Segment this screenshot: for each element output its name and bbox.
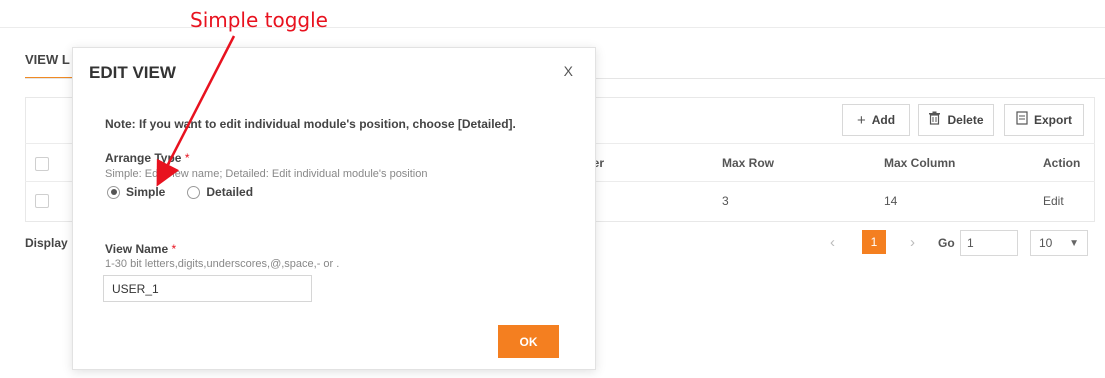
radio-detailed[interactable]: Detailed	[187, 185, 253, 199]
page-size-value: 10	[1039, 236, 1053, 250]
close-icon[interactable]: X	[564, 63, 573, 79]
edit-link[interactable]: Edit	[1043, 194, 1064, 208]
add-button-label: Add	[871, 113, 896, 127]
view-name-input[interactable]: USER_1	[103, 275, 312, 302]
radio-simple-label: Simple	[126, 185, 166, 199]
required-marker: *	[184, 151, 190, 165]
plus-icon: +	[856, 111, 866, 129]
top-divider	[0, 27, 1105, 28]
add-button[interactable]: + Add	[842, 104, 910, 136]
go-page-input[interactable]: 1	[960, 230, 1018, 256]
dialog-title: EDIT VIEW	[89, 63, 176, 82]
view-name-label: View Name *	[105, 242, 176, 256]
delete-button-label: Delete	[947, 113, 984, 127]
next-page-icon[interactable]: ›	[910, 234, 915, 251]
ok-button[interactable]: OK	[498, 325, 559, 358]
export-button[interactable]: Export	[1004, 104, 1084, 136]
column-header-max-column: Max Column	[884, 156, 956, 170]
cell-max-column: 14	[884, 194, 898, 208]
go-label: Go	[938, 236, 955, 250]
display-count-label: Display	[25, 236, 68, 250]
select-all-checkbox[interactable]	[35, 157, 49, 171]
export-icon	[1016, 111, 1028, 129]
row-checkbox[interactable]	[35, 194, 49, 208]
arrange-type-radio-group: Simple Detailed	[107, 185, 275, 199]
current-page-button[interactable]: 1	[862, 230, 886, 254]
trash-icon	[928, 111, 941, 129]
radio-detailed-label: Detailed	[206, 185, 254, 199]
export-button-label: Export	[1033, 113, 1072, 127]
arrange-type-hint: Simple: Edit view name; Detailed: Edit i…	[105, 168, 428, 180]
radio-simple[interactable]: Simple	[107, 185, 165, 199]
arrange-type-label-text: Arrange Type	[105, 151, 182, 165]
annotation-label: Simple toggle	[190, 8, 328, 32]
column-header-max-row: Max Row	[722, 156, 775, 170]
page-size-select[interactable]: 10 ▼	[1030, 230, 1088, 256]
radio-selected-icon	[107, 185, 120, 199]
column-header-action: Action	[1043, 156, 1081, 170]
dialog-note: Note: If you want to edit individual mod…	[105, 117, 516, 131]
view-name-label-text: View Name	[105, 242, 169, 256]
edit-view-dialog: EDIT VIEW X Note: If you want to edit in…	[72, 47, 596, 370]
tab-view-list[interactable]: VIEW L	[25, 52, 70, 67]
view-name-hint: 1-30 bit letters,digits,underscores,@,sp…	[105, 258, 340, 270]
required-marker: *	[171, 242, 177, 256]
delete-button[interactable]: Delete	[918, 104, 994, 136]
cell-max-row: 3	[722, 194, 729, 208]
chevron-down-icon: ▼	[1069, 237, 1079, 249]
radio-unselected-icon	[187, 185, 201, 199]
arrange-type-label: Arrange Type *	[105, 151, 189, 165]
prev-page-icon[interactable]: ‹	[830, 234, 835, 251]
